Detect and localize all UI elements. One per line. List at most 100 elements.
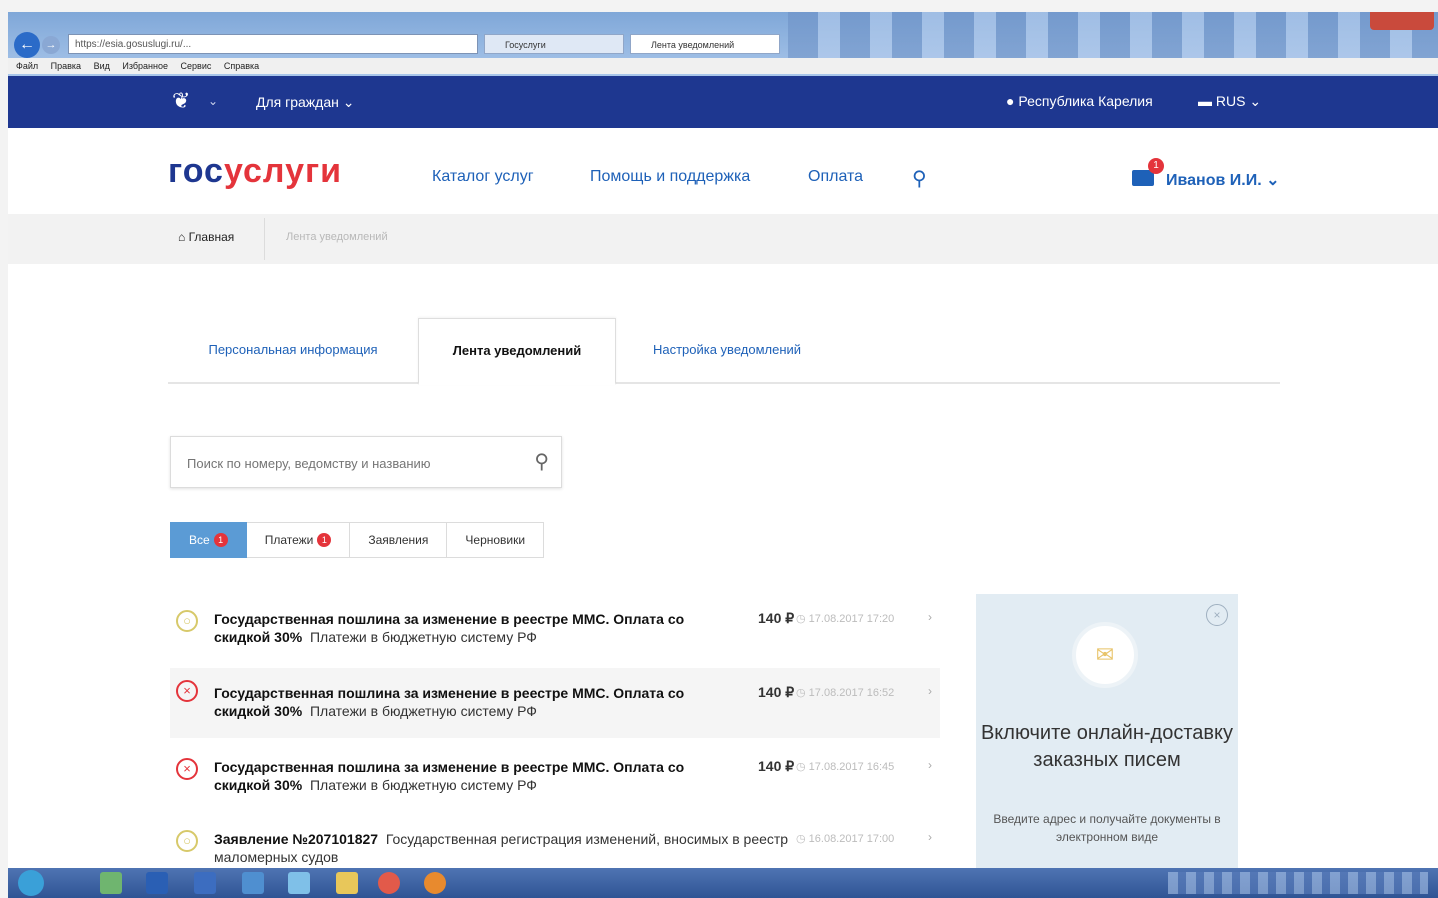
region-label: Республика Карелия (1018, 93, 1153, 109)
menu-item[interactable]: Вид (94, 61, 110, 71)
close-window-button[interactable] (1370, 12, 1434, 30)
feed-item-subtitle: Платежи в бюджетную систему РФ (309, 703, 537, 719)
screen-frame: ← → https://esia.gosuslugi.ru/... Госусл… (0, 0, 1438, 898)
nav-help[interactable]: Помощь и поддержка (590, 168, 750, 186)
nav-payment[interactable]: Оплата (808, 168, 863, 186)
firefox-icon[interactable] (424, 872, 446, 894)
back-icon[interactable]: ← (14, 32, 40, 58)
region-selector[interactable]: ● Республика Карелия (1006, 93, 1153, 109)
filter-label: Все (189, 533, 210, 547)
folder-icon[interactable] (336, 872, 358, 894)
clock-icon: ◷ (796, 833, 809, 845)
app-icon[interactable] (194, 872, 216, 894)
for-citizens-menu[interactable]: Для граждан ⌄ (256, 94, 354, 111)
forward-icon[interactable]: → (42, 36, 60, 54)
menu-item[interactable]: Правка (51, 61, 81, 71)
promo-title[interactable]: Включите онлайн-доставку заказных писем (976, 720, 1238, 774)
feed-item-text: Государственная пошлина за изменение в р… (214, 684, 734, 720)
top-bar: ❦ ⌄ Для граждан ⌄ ● Республика Карелия ▬… (8, 76, 1438, 128)
filter-badge: 1 (317, 533, 332, 547)
promo-text: Введите адрес и получайте документы в эл… (993, 812, 1221, 844)
feed-item-date-value: 16.08.2017 17:00 (808, 833, 895, 845)
browser-background (788, 12, 1438, 62)
start-button[interactable] (18, 870, 44, 896)
clock-icon: ◷ (796, 761, 809, 773)
filter-label: Черновики (465, 533, 526, 547)
close-icon[interactable]: × (1206, 604, 1228, 626)
feed-item[interactable]: × Государственная пошлина за изменение в… (170, 668, 940, 738)
system-tray[interactable] (1168, 872, 1428, 894)
yandex-browser-icon[interactable] (378, 872, 400, 894)
error-status-icon: × (176, 680, 198, 702)
address-bar[interactable]: https://esia.gosuslugi.ru/... (68, 34, 478, 54)
nav-catalog[interactable]: Каталог услуг (432, 168, 534, 186)
feed-item-amount: 140 ₽ (758, 684, 795, 700)
gosuslugi-logo[interactable]: госуслуги (168, 152, 342, 191)
tabs-divider (168, 382, 1280, 384)
feed-item-date-value: 17.08.2017 17:20 (808, 613, 895, 625)
browser-tab[interactable]: Госуслуги (484, 34, 624, 54)
feed-item[interactable]: ○ Государственная пошлина за изменение в… (170, 598, 940, 668)
feed-item-text: Заявление №207101827 Государственная рег… (214, 830, 794, 866)
ie-icon[interactable] (288, 872, 310, 894)
search-icon[interactable]: ⚲ (912, 166, 927, 191)
feed-item[interactable]: ○ Заявление №207101827 Государственная р… (170, 818, 940, 868)
coat-of-arms-icon[interactable]: ❦ (172, 88, 190, 114)
breadcrumb-divider (264, 218, 265, 260)
feed-search: ⚲ (170, 436, 562, 488)
filter-badge: 1 (213, 533, 228, 547)
feed-item-date-value: 17.08.2017 16:52 (808, 687, 895, 699)
breadcrumb-home-label: Главная (188, 230, 235, 244)
feed-item-subtitle: Платежи в бюджетную систему РФ (309, 777, 537, 793)
browser-tab-active[interactable]: Лента уведомлений (630, 34, 780, 54)
breadcrumb-home[interactable]: ⌂ Главная (178, 230, 234, 244)
tab-notification-settings[interactable]: Настройка уведомлений (622, 318, 832, 382)
explorer-icon[interactable] (100, 872, 122, 894)
menu-item[interactable]: Файл (16, 61, 38, 71)
feed-item-date: ◷ 17.08.2017 17:20 (796, 612, 894, 625)
browser-toolbar: ← → https://esia.gosuslugi.ru/... Госусл… (8, 12, 1438, 76)
feed-item-date: ◷ 17.08.2017 16:45 (796, 760, 894, 773)
app-icon[interactable] (242, 872, 264, 894)
language-selector[interactable]: ▬ RUS ⌄ (1198, 93, 1261, 110)
feed-item-date: ◷ 16.08.2017 17:00 (796, 832, 894, 845)
menu-item[interactable]: Справка (224, 61, 259, 71)
clock-icon: ◷ (796, 613, 809, 625)
tab-personal-info[interactable]: Персональная информация (170, 318, 416, 382)
browser-menu: Файл Правка Вид Избранное Сервис Справка (8, 58, 1438, 74)
filter-drafts[interactable]: Черновики (447, 522, 545, 558)
feed-item[interactable]: × Государственная пошлина за изменение в… (170, 746, 940, 816)
filter-applications[interactable]: Заявления (350, 522, 448, 558)
feed-item-amount: 140 ₽ (758, 758, 795, 774)
word-icon[interactable] (146, 872, 168, 894)
filter-payments[interactable]: Платежи 1 (246, 522, 351, 558)
chevron-right-icon: › (928, 610, 932, 624)
feed-item-date-value: 17.08.2017 16:45 (808, 761, 895, 773)
pending-status-icon: ○ (176, 830, 198, 852)
search-icon[interactable]: ⚲ (534, 449, 549, 474)
filter-label: Заявления (368, 533, 429, 547)
menu-item[interactable]: Сервис (181, 61, 212, 71)
filter-all[interactable]: Все 1 (170, 522, 247, 558)
chevron-right-icon: › (928, 830, 932, 844)
flag-icon: ▬ (1198, 93, 1216, 109)
breadcrumb: ⌂ Главная Лента уведомлений (8, 214, 1438, 264)
feed-item-text: Государственная пошлина за изменение в р… (214, 610, 734, 646)
language-label: RUS ⌄ (1215, 93, 1262, 109)
windows-taskbar (8, 868, 1438, 898)
search-input[interactable] (185, 451, 509, 475)
error-status-icon: × (176, 758, 198, 780)
menu-item[interactable]: Избранное (122, 61, 168, 71)
site-header: госуслуги Каталог услуг Помощь и поддерж… (8, 128, 1438, 214)
home-icon: ⌂ (178, 230, 189, 244)
feed-item-amount: 140 ₽ (758, 610, 795, 626)
location-pin-icon: ● (1006, 93, 1019, 109)
user-menu[interactable]: Иванов И.И. ⌄ (1166, 170, 1280, 190)
chevron-down-icon[interactable]: ⌄ (208, 94, 218, 108)
feed-item-title: Заявление №207101827 (214, 831, 379, 847)
chevron-right-icon: › (928, 684, 932, 698)
feed-item-date: ◷ 17.08.2017 16:52 (796, 686, 894, 699)
logo-part-gos: гос (168, 152, 224, 190)
feed-item-subtitle: Платежи в бюджетную систему РФ (309, 629, 537, 645)
tab-notifications-feed[interactable]: Лента уведомлений (418, 318, 616, 385)
